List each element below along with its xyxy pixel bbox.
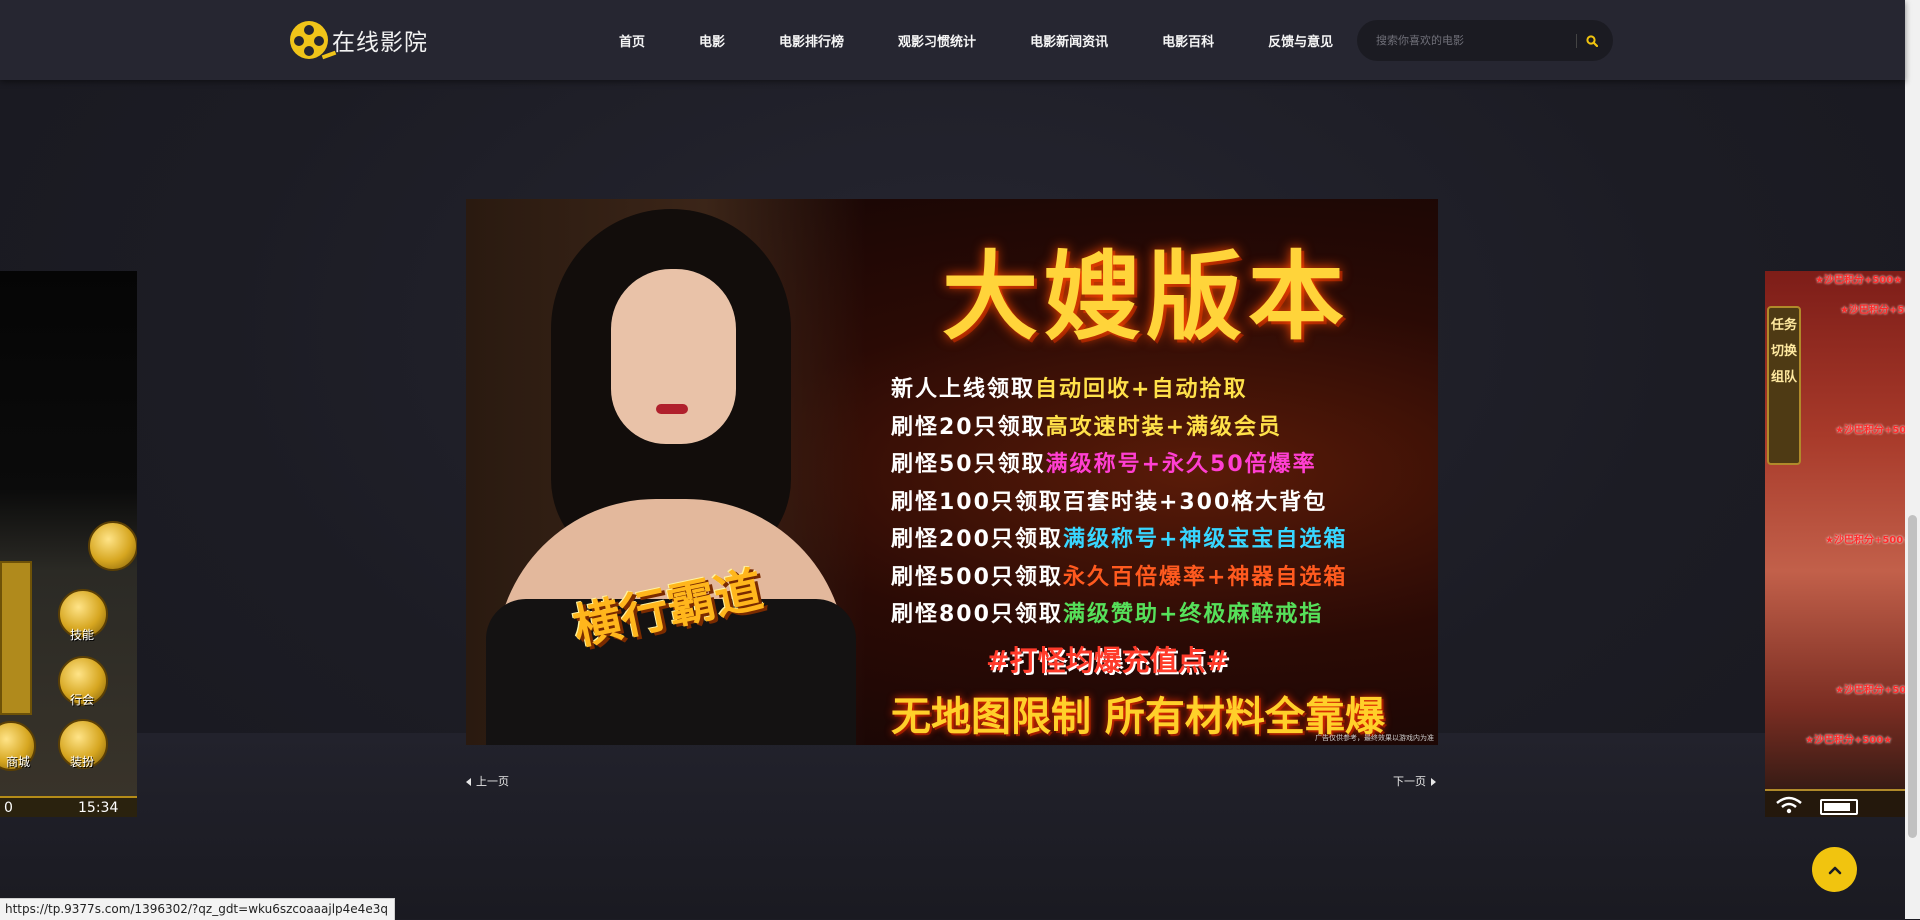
score-text: ★沙巴积分+500★ — [1835, 425, 1905, 436]
next-label: 下一页 — [1393, 775, 1426, 788]
slider-next-button[interactable]: 下一页 — [1393, 773, 1436, 789]
ad-reward-line: 刷怪20只领取高攻速时装+满级会员 — [891, 414, 1283, 440]
background-band — [0, 733, 1905, 919]
guild-label: 行会 — [70, 693, 95, 707]
site-header: 在线影院 首页 电影 电影排行榜 观影习惯统计 电影新闻资讯 电影百科 反馈与意… — [0, 0, 1905, 80]
score-text: ★沙巴积分+500★ — [1840, 305, 1905, 316]
ad-title: 大嫂版本 — [942, 240, 1350, 353]
ad-reward-line: 刷怪500只领取永久百倍爆率+神器自选箱 — [891, 564, 1348, 590]
score-text: ★沙巴积分+500★ — [1825, 535, 1905, 546]
film-reel-icon — [290, 21, 328, 59]
wifi-icon — [1776, 796, 1802, 814]
search-icon — [1586, 34, 1598, 47]
nav-item-feedback[interactable]: 反馈与意见 — [1268, 31, 1333, 50]
game-side-menu: 任务 切换 组队 — [1767, 306, 1801, 465]
game-panel — [0, 561, 32, 715]
main-nav: 首页 电影 电影排行榜 观影习惯统计 电影新闻资讯 电影百科 反馈与意见 — [619, 0, 1333, 80]
team-label: 组队 — [1770, 370, 1797, 385]
ad-tagline: #打怪均爆充值点# — [986, 644, 1229, 677]
ad-reward-line: 刷怪100只领取百套时装+300格大背包 — [891, 489, 1328, 515]
ad-reward-line: 刷怪50只领取满级称号+永久50倍爆率 — [891, 452, 1317, 477]
nav-item-movies[interactable]: 电影 — [699, 31, 725, 50]
chevron-up-icon — [1828, 866, 1841, 874]
ad-reward-line: 刷怪200只领取满级称号+神级宝宝自选箱 — [891, 527, 1348, 552]
ad-disclaimer: 广告仅供参考，最终效果以游戏内为准 — [1315, 734, 1434, 742]
nav-item-home[interactable]: 首页 — [619, 31, 645, 50]
site-logo[interactable]: 在线影院 — [290, 20, 428, 60]
caret-left-icon — [466, 778, 471, 786]
prev-label: 上一页 — [476, 775, 509, 788]
status-bar-url: https://tp.9377s.com/1396302/?qz_gdt=wku… — [0, 898, 395, 920]
back-to-top-button[interactable] — [1812, 847, 1857, 892]
game-status-bar: 0 15:34 — [0, 796, 137, 817]
score-text: ★沙巴积分+500★ — [1815, 275, 1903, 286]
logo-text: 在线影院 — [332, 30, 428, 56]
ad-reward-line: 刷怪800只领取满级赞助+终极麻醉戒指 — [891, 602, 1324, 627]
ad-model-image — [466, 199, 866, 745]
game-badge-icon — [88, 521, 137, 571]
nav-item-news[interactable]: 电影新闻资讯 — [1030, 31, 1108, 50]
nav-item-ranking[interactable]: 电影排行榜 — [779, 31, 844, 50]
ad-slogan: 无地图限制 所有材料全靠爆 — [891, 693, 1385, 740]
caret-right-icon — [1431, 778, 1436, 786]
slider-prev-button[interactable]: 上一页 — [466, 773, 509, 789]
outfit-label: 装扮 — [70, 755, 95, 769]
score-text: ★沙巴积分+500★ — [1805, 735, 1893, 746]
game-status-bar — [1765, 789, 1905, 817]
ad-reward-line: 新人上线领取自动回收+自动拾取 — [891, 377, 1248, 402]
nav-item-viewing-stats[interactable]: 观影习惯统计 — [898, 31, 976, 50]
slide-current-ad[interactable]: 横行霸道 大嫂版本 新人上线领取自动回收+自动拾取 刷怪20只领取高攻速时装+满… — [466, 199, 1438, 745]
search-box — [1357, 20, 1613, 61]
slide-next-ad[interactable]: 任务 切换 组队 ★沙巴积分+500★ ★沙巴积分+500★ ★沙巴积分+500… — [1765, 271, 1905, 817]
scrollbar-thumb[interactable] — [1908, 515, 1917, 838]
score-text: ★沙巴积分+500★ — [1835, 685, 1905, 696]
task-label: 任务 — [1770, 318, 1797, 333]
skill-label: 技能 — [70, 628, 95, 642]
game-counter: 0 — [4, 800, 13, 816]
battery-icon — [1820, 799, 1858, 815]
ad-reward-list: 新人上线领取自动回收+自动拾取 刷怪20只领取高攻速时装+满级会员 刷怪50只领… — [891, 371, 1431, 634]
search-button[interactable] — [1577, 26, 1607, 56]
page-scrollbar[interactable] — [1905, 0, 1920, 919]
shop-label: 商城 — [6, 755, 31, 769]
switch-label: 切换 — [1770, 344, 1797, 359]
nav-item-encyclopedia[interactable]: 电影百科 — [1162, 31, 1214, 50]
game-clock: 15:34 — [78, 800, 119, 816]
search-input[interactable] — [1374, 33, 1568, 48]
slide-previous-ad[interactable]: 技能 行会 商城 装扮 0 15:34 — [0, 271, 137, 817]
